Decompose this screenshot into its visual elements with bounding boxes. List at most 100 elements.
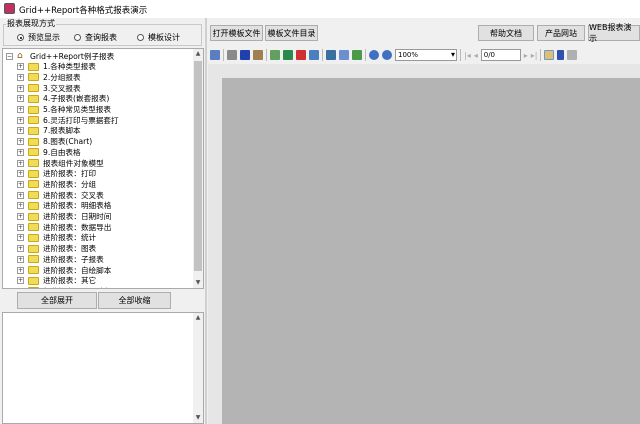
- expand-icon[interactable]: +: [17, 159, 24, 167]
- tree-item[interactable]: +8.图表(Chart): [17, 137, 92, 147]
- preview-canvas[interactable]: [222, 78, 640, 424]
- expand-icon[interactable]: +: [17, 170, 24, 178]
- tree-item-label: 4.子报表(嵌套报表): [43, 94, 110, 104]
- tree-item[interactable]: +1.各种类型报表: [17, 62, 96, 72]
- pdf-icon[interactable]: [296, 50, 306, 60]
- expand-icon[interactable]: +: [17, 266, 24, 274]
- tree-item[interactable]: +3.交叉报表: [17, 83, 81, 93]
- zoom-in-icon[interactable]: [369, 50, 379, 60]
- tree-item[interactable]: +5.各种常见类型报表: [17, 105, 111, 115]
- tree-item-label: 进阶报表：其它: [43, 276, 97, 286]
- print-icon[interactable]: [227, 50, 237, 60]
- page-input[interactable]: 0/0: [480, 49, 521, 61]
- expand-icon[interactable]: +: [17, 191, 24, 199]
- title-bar: Grid++Report各种格式报表演示: [0, 0, 640, 18]
- tree-scrollbar[interactable]: ▲ ▼: [193, 49, 203, 288]
- preview-toolbar: 100% |◂ ◂ 0/0 ▸ ▸|: [208, 47, 640, 63]
- tree-item-label: 2.分组报表: [43, 72, 81, 82]
- website-button[interactable]: 产品网站: [537, 25, 585, 41]
- next-page-icon[interactable]: ▸: [524, 51, 528, 60]
- tree-item-label: 进阶报表：图表: [43, 244, 97, 254]
- radio-query[interactable]: 查询报表: [74, 32, 117, 43]
- splitter[interactable]: [205, 18, 207, 424]
- multi-page-icon[interactable]: [352, 50, 362, 60]
- tree-item-label: 进阶报表：数据导出: [43, 222, 112, 232]
- export-icon[interactable]: [270, 50, 280, 60]
- tree-item[interactable]: + 进阶报表：其它: [17, 276, 96, 286]
- layout-icon[interactable]: [210, 50, 220, 60]
- tree-item[interactable]: + 进阶报表：统计: [17, 233, 96, 243]
- excel-icon[interactable]: [283, 50, 293, 60]
- tree-item[interactable]: + 进阶报表：打印: [17, 169, 96, 179]
- tree-item[interactable]: + 行业报表：ERP财务: [17, 286, 111, 288]
- expand-icon[interactable]: +: [17, 95, 24, 103]
- copy-icon[interactable]: [567, 50, 578, 60]
- expand-icon[interactable]: +: [17, 138, 24, 146]
- tree-item[interactable]: + 进阶报表：分组: [17, 179, 96, 189]
- tree-item[interactable]: + 进阶报表：日期时间: [17, 212, 111, 222]
- tree-item[interactable]: + 进阶报表：明细表格: [17, 201, 111, 211]
- tree-item[interactable]: + 进阶报表：图表: [17, 244, 96, 254]
- scroll-thumb[interactable]: [194, 61, 202, 271]
- tree-item[interactable]: + 报表组件对象模型: [17, 158, 104, 168]
- zoom-select[interactable]: 100%: [395, 49, 457, 61]
- expand-icon[interactable]: +: [17, 63, 24, 71]
- expand-icon[interactable]: +: [17, 234, 24, 242]
- tree-item[interactable]: + 进阶报表：子报表: [17, 254, 104, 264]
- text-select-icon[interactable]: [557, 50, 565, 60]
- scroll-up-icon[interactable]: ▲: [193, 49, 203, 59]
- first-page-icon[interactable]: |◂: [464, 51, 471, 60]
- tree-item[interactable]: + 进阶报表：数据导出: [17, 222, 111, 232]
- tree-item[interactable]: + 进阶报表：交叉表: [17, 190, 104, 200]
- template-dir-button[interactable]: 模板文件目录: [265, 25, 318, 41]
- expand-icon[interactable]: +: [17, 84, 24, 92]
- hand-tool-icon[interactable]: [544, 50, 555, 60]
- folder-icon: [28, 116, 39, 125]
- email-icon[interactable]: [309, 50, 319, 60]
- expand-all-button[interactable]: 全部展开: [17, 292, 97, 309]
- tree-item[interactable]: +9.自由表格: [17, 147, 81, 157]
- expand-icon[interactable]: +: [17, 180, 24, 188]
- expand-icon[interactable]: +: [17, 255, 24, 263]
- radio-preview[interactable]: 预览显示: [17, 32, 60, 43]
- tree-item[interactable]: +6.灵活打印与票据套打: [17, 115, 119, 125]
- scroll-down-icon[interactable]: ▼: [193, 278, 203, 288]
- last-page-icon[interactable]: ▸|: [531, 51, 538, 60]
- single-page-icon[interactable]: [339, 50, 349, 60]
- expand-icon[interactable]: +: [17, 148, 24, 156]
- help-button[interactable]: 帮助文档: [478, 25, 534, 41]
- tree-item[interactable]: +7.报表脚本: [17, 126, 81, 136]
- open-template-button[interactable]: 打开模板文件: [210, 25, 263, 41]
- scroll-up-icon[interactable]: ▲: [193, 313, 203, 323]
- expand-icon[interactable]: +: [17, 106, 24, 113]
- zoom-out-icon[interactable]: [382, 50, 392, 60]
- tree-item-label: 9.自由表格: [43, 147, 81, 157]
- folder-icon: [28, 84, 39, 93]
- expand-icon[interactable]: +: [17, 287, 24, 288]
- expand-icon[interactable]: +: [17, 73, 24, 81]
- report-tree[interactable]: − ⌂ Grid++Report例子报表 +1.各种类型报表 +2.分组报表 +3.交叉…: [2, 48, 204, 289]
- tree-item[interactable]: +4.子报表(嵌套报表): [17, 94, 109, 104]
- collapse-icon[interactable]: −: [6, 52, 13, 60]
- expand-icon[interactable]: +: [17, 245, 24, 253]
- print-preview-icon[interactable]: [240, 50, 250, 60]
- prev-page-icon[interactable]: ◂: [474, 51, 478, 60]
- radio-design[interactable]: 模板设计: [137, 32, 180, 43]
- tree-item-label: 进阶报表：分组: [43, 179, 97, 189]
- expand-icon[interactable]: +: [17, 213, 24, 220]
- scroll-down-icon[interactable]: ▼: [193, 413, 203, 423]
- web-demo-button[interactable]: WEB报表演示: [588, 23, 640, 43]
- tree-item[interactable]: +2.分组报表: [17, 72, 81, 82]
- expand-icon[interactable]: +: [17, 223, 24, 231]
- expand-icon[interactable]: +: [17, 202, 24, 210]
- memo-scrollbar[interactable]: ▲ ▼: [193, 313, 203, 423]
- collapse-all-button[interactable]: 全部收缩: [98, 292, 171, 309]
- expand-icon[interactable]: +: [17, 127, 24, 135]
- tree-item[interactable]: + 进阶报表：自绘脚本: [17, 265, 111, 275]
- settings-icon[interactable]: [253, 50, 263, 60]
- expand-icon[interactable]: +: [17, 116, 24, 124]
- expand-icon[interactable]: +: [17, 277, 24, 285]
- page-setup-icon[interactable]: [326, 50, 336, 60]
- tree-root[interactable]: − ⌂ Grid++Report例子报表: [6, 51, 114, 61]
- description-textarea[interactable]: ▲ ▼: [2, 312, 204, 424]
